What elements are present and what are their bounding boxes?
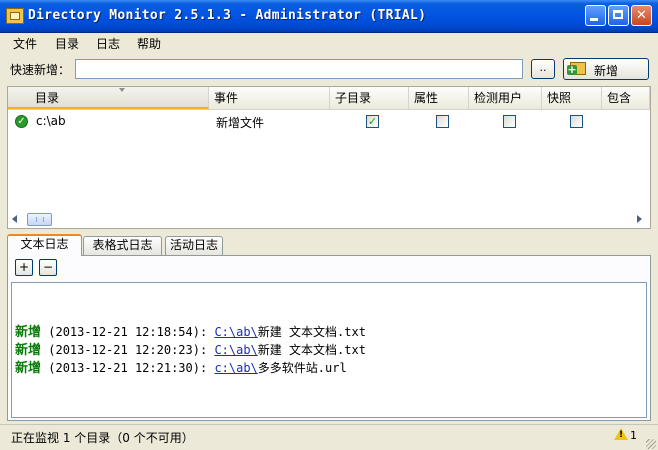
close-button[interactable]: ✕ bbox=[631, 5, 652, 26]
scroll-thumb[interactable] bbox=[27, 213, 52, 226]
log-keyword: 新增 bbox=[15, 361, 42, 376]
sort-arrow-icon bbox=[119, 88, 125, 92]
log-file: 多多软件站.url bbox=[257, 361, 347, 375]
log-panel: + − 新增 (2013-12-21 12:18:54): C:\ab\新建 文… bbox=[7, 255, 651, 421]
app-folder-icon bbox=[6, 8, 24, 24]
cell-directory: c:\ab bbox=[36, 114, 66, 128]
tab-activity-log[interactable]: 活动日志 bbox=[165, 236, 223, 255]
scroll-right-icon[interactable] bbox=[637, 215, 642, 223]
status-text: 正在监视 1 个目录（0 个不可用） bbox=[11, 431, 194, 445]
warning-mark: ! bbox=[619, 430, 624, 440]
log-time: (2013-12-21 12:20:23): bbox=[48, 343, 208, 357]
quick-add-label: 快速新增： bbox=[10, 63, 71, 77]
attr-checkbox[interactable] bbox=[436, 115, 449, 128]
log-file: 新建 文本文档.txt bbox=[257, 343, 366, 357]
maximize-button[interactable] bbox=[608, 5, 629, 26]
resize-grip-icon[interactable] bbox=[646, 439, 656, 449]
log-time: (2013-12-21 12:18:54): bbox=[48, 325, 208, 339]
title-bar: Directory Monitor 2.5.1.3 - Administrato… bbox=[0, 0, 658, 33]
column-directory-label: 目录 bbox=[35, 91, 60, 105]
log-text-area[interactable]: 新增 (2013-12-21 12:18:54): C:\ab\新建 文本文档.… bbox=[11, 282, 647, 418]
menu-log[interactable]: 日志 bbox=[96, 35, 120, 52]
browse-button[interactable]: .. bbox=[531, 59, 555, 79]
grid-header: 目录 事件 子目录 属性 检测用户 快照 包含 bbox=[8, 87, 650, 110]
subdir-checkbox[interactable]: ✓ bbox=[366, 115, 379, 128]
add-folder-icon bbox=[567, 62, 586, 75]
horizontal-scrollbar[interactable] bbox=[8, 211, 650, 228]
column-detect-user[interactable]: 检测用户 bbox=[469, 87, 542, 109]
warning-count: 1 bbox=[630, 429, 637, 442]
minimize-button[interactable] bbox=[585, 5, 606, 26]
snapshot-checkbox[interactable] bbox=[570, 115, 583, 128]
minimize-icon bbox=[590, 18, 598, 21]
log-keyword: 新增 bbox=[15, 325, 42, 340]
close-icon: ✕ bbox=[636, 8, 647, 23]
log-entry: 新增 (2013-12-21 12:21:30): c:\ab\多多软件站.ur… bbox=[15, 357, 347, 376]
detect-user-checkbox[interactable] bbox=[503, 115, 516, 128]
log-toolbar: + − bbox=[8, 256, 650, 282]
quick-add-bar: 快速新增： .. 新增 bbox=[0, 55, 658, 85]
log-entry: 新增 (2013-12-21 12:20:23): C:\ab\新建 文本文档.… bbox=[15, 339, 366, 358]
log-path-link[interactable]: C:\ab\ bbox=[214, 343, 257, 357]
log-path-link[interactable]: C:\ab\ bbox=[214, 325, 257, 339]
tab-text-log[interactable]: 文本日志 bbox=[7, 234, 82, 256]
column-subdir[interactable]: 子目录 bbox=[330, 87, 409, 109]
menu-file[interactable]: 文件 bbox=[13, 35, 37, 52]
collapse-button[interactable]: − bbox=[39, 259, 57, 276]
log-tabs: 文本日志 表格式日志 活动日志 bbox=[7, 234, 651, 256]
cell-event: 新增文件 bbox=[216, 116, 265, 130]
column-directory[interactable]: 目录 bbox=[8, 87, 209, 109]
column-event[interactable]: 事件 bbox=[209, 87, 330, 109]
directory-grid: 目录 事件 子目录 属性 检测用户 快照 包含 ✓ c:\ab 新增文件 ✓ bbox=[7, 86, 651, 229]
expand-button[interactable]: + bbox=[15, 259, 33, 276]
add-button-label: 新增 bbox=[594, 64, 619, 78]
status-bar: 正在监视 1 个目录（0 个不可用） ! 1 bbox=[0, 424, 658, 450]
column-attr[interactable]: 属性 bbox=[409, 87, 469, 109]
tab-table-log[interactable]: 表格式日志 bbox=[83, 236, 162, 255]
log-entry: 新增 (2013-12-21 12:18:54): C:\ab\新建 文本文档.… bbox=[15, 321, 366, 340]
maximize-icon bbox=[613, 10, 623, 19]
status-ok-icon: ✓ bbox=[15, 115, 28, 128]
column-include[interactable]: 包含 bbox=[602, 87, 650, 109]
scroll-left-icon[interactable] bbox=[12, 215, 17, 223]
log-file: 新建 文本文档.txt bbox=[257, 325, 366, 339]
window-title: Directory Monitor 2.5.1.3 - Administrato… bbox=[28, 8, 427, 23]
app-window: Directory Monitor 2.5.1.3 - Administrato… bbox=[0, 0, 658, 450]
add-button[interactable]: 新增 bbox=[563, 58, 649, 80]
log-path-link[interactable]: c:\ab\ bbox=[214, 361, 257, 375]
column-snapshot[interactable]: 快照 bbox=[542, 87, 602, 109]
log-time: (2013-12-21 12:21:30): bbox=[48, 361, 208, 375]
menu-directory[interactable]: 目录 bbox=[55, 35, 79, 52]
menu-bar: 文件 目录 日志 帮助 bbox=[0, 33, 658, 53]
menu-help[interactable]: 帮助 bbox=[137, 35, 161, 52]
log-keyword: 新增 bbox=[15, 343, 42, 358]
quick-add-input[interactable] bbox=[75, 59, 523, 79]
